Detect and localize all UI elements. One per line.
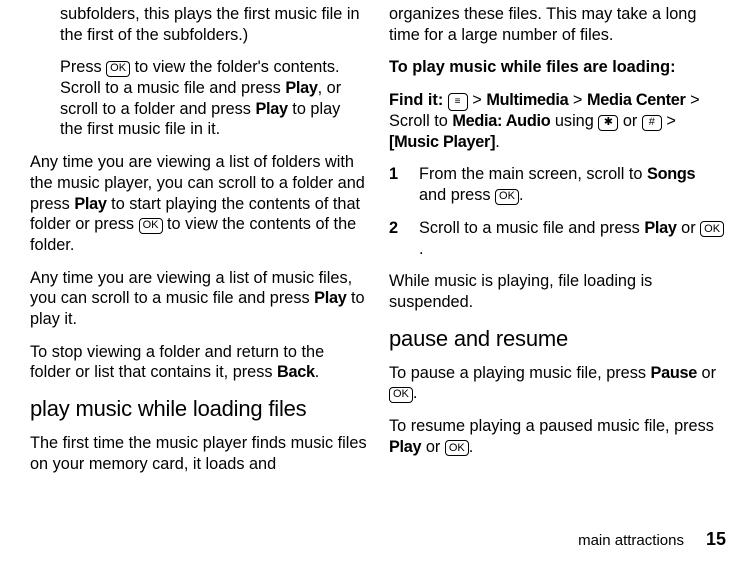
bold-text: Play: [314, 289, 346, 307]
ok-key-icon: OK: [139, 218, 163, 234]
bold-text: To play music while files are loading:: [389, 58, 676, 76]
ok-key-icon: OK: [389, 387, 413, 403]
paragraph: Any time you are viewing a list of folde…: [30, 152, 367, 255]
heading-play-while-loading: play music while loading files: [30, 395, 367, 423]
ok-key-icon: OK: [700, 221, 724, 237]
ok-key-icon: OK: [495, 189, 519, 205]
text: >: [468, 91, 487, 109]
list-item: 1 From the main screen, scroll to Songs …: [389, 164, 726, 205]
text: .: [315, 363, 320, 381]
text: .: [419, 240, 424, 258]
ok-key-icon: OK: [445, 440, 469, 456]
text: and press: [419, 186, 495, 204]
star-key-icon: ✱: [598, 115, 618, 131]
bold-text: Play: [255, 100, 287, 118]
bold-text: Find it:: [389, 91, 448, 109]
text: organizes these files. This may take a l…: [389, 5, 696, 44]
bold-text: Back: [277, 363, 315, 381]
text: >: [568, 91, 587, 109]
list-number: 2: [389, 218, 419, 259]
text: To pause a playing music file, press: [389, 364, 651, 382]
text: subfolders, this plays the first music f…: [60, 5, 360, 44]
bold-text: Play: [285, 79, 317, 97]
hash-key-icon: #: [642, 115, 662, 131]
text: Press: [60, 58, 106, 76]
find-it-path: Find it: ≡ > Multimedia > Media Center >…: [389, 90, 726, 152]
bold-text: Pause: [651, 364, 697, 382]
footer-section-label: main attractions: [578, 532, 684, 549]
text: or: [697, 364, 716, 382]
paragraph-bold: To play music while files are loading:: [389, 57, 726, 78]
text: .: [519, 186, 524, 204]
heading-pause-resume: pause and resume: [389, 325, 726, 353]
list-body: From the main screen, scroll to Songs an…: [419, 164, 726, 205]
bold-text: Play: [644, 219, 676, 237]
paragraph: To resume playing a paused music file, p…: [389, 416, 726, 457]
bold-text: [Music Player]: [389, 133, 495, 151]
list-item: 2 Scroll to a music file and press Play …: [389, 218, 726, 259]
bold-text: Songs: [647, 165, 695, 183]
text: Any time you are viewing a list of music…: [30, 269, 352, 308]
page-footer: main attractions 15: [578, 529, 726, 550]
left-column: subfolders, this plays the first music f…: [30, 4, 367, 486]
text: To resume playing a paused music file, p…: [389, 417, 714, 435]
paragraph: Press OK to view the folder's contents. …: [30, 57, 367, 140]
text: .: [495, 133, 500, 151]
text: or: [421, 438, 445, 456]
right-column: organizes these files. This may take a l…: [389, 4, 726, 486]
page-number: 15: [706, 529, 726, 550]
bold-text: Play: [389, 438, 421, 456]
bold-text: Play: [74, 195, 106, 213]
text: .: [469, 438, 474, 456]
bold-text: Multimedia: [486, 91, 568, 109]
paragraph: To pause a playing music file, press Pau…: [389, 363, 726, 404]
text: The first time the music player finds mu…: [30, 434, 367, 473]
paragraph: The first time the music player finds mu…: [30, 433, 367, 474]
text: or: [677, 219, 701, 237]
list-body: Scroll to a music file and press Play or…: [419, 218, 726, 259]
text: or: [618, 112, 642, 130]
paragraph: subfolders, this plays the first music f…: [30, 4, 367, 45]
ok-key-icon: OK: [106, 61, 130, 77]
paragraph: While music is playing, file loading is …: [389, 271, 726, 312]
paragraph: organizes these files. This may take a l…: [389, 4, 726, 45]
paragraph: To stop viewing a folder and return to t…: [30, 342, 367, 383]
text: .: [413, 384, 418, 402]
text: Scroll to a music file and press: [419, 219, 644, 237]
text: From the main screen, scroll to: [419, 165, 647, 183]
paragraph: Any time you are viewing a list of music…: [30, 268, 367, 330]
text: >: [662, 112, 676, 130]
bold-text: Media Center: [587, 91, 686, 109]
menu-key-icon: ≡: [448, 93, 468, 111]
text: While music is playing, file loading is …: [389, 272, 652, 311]
list-number: 1: [389, 164, 419, 205]
text: using: [550, 112, 598, 130]
bold-text: Media: Audio: [452, 112, 550, 130]
